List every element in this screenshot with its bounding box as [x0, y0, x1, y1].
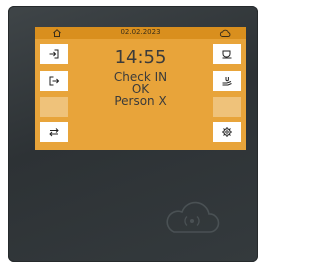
check-in-button[interactable] [40, 44, 68, 64]
break-button[interactable] [213, 71, 241, 91]
hand-cup-icon [222, 77, 232, 86]
gear-icon [222, 127, 232, 137]
top-bar: 02.02.2023 [35, 27, 246, 39]
settings-button[interactable] [213, 122, 241, 142]
terminal-screen: 02.02.2023 14:55 Check IN OK Person X [35, 27, 246, 150]
check-out-button[interactable] [40, 71, 68, 91]
cloud-nfc-icon[interactable] [162, 198, 222, 238]
terminal-device: 02.02.2023 14:55 Check IN OK Person X [8, 6, 258, 262]
status-message: Check IN OK Person X [81, 71, 200, 107]
cloud-icon [219, 29, 231, 37]
coffee-cup-icon [222, 50, 232, 59]
empty-button-right[interactable] [213, 97, 241, 117]
coffee-break-button[interactable] [213, 44, 241, 64]
transfer-button[interactable] [40, 122, 68, 142]
transfer-icon [49, 128, 59, 137]
login-icon [49, 49, 59, 59]
logout-icon [49, 76, 60, 86]
time-display: 14:55 [114, 47, 167, 68]
status-line: Person X [114, 94, 167, 108]
empty-button-left[interactable] [40, 97, 68, 117]
date-display: 02.02.2023 [120, 28, 161, 36]
